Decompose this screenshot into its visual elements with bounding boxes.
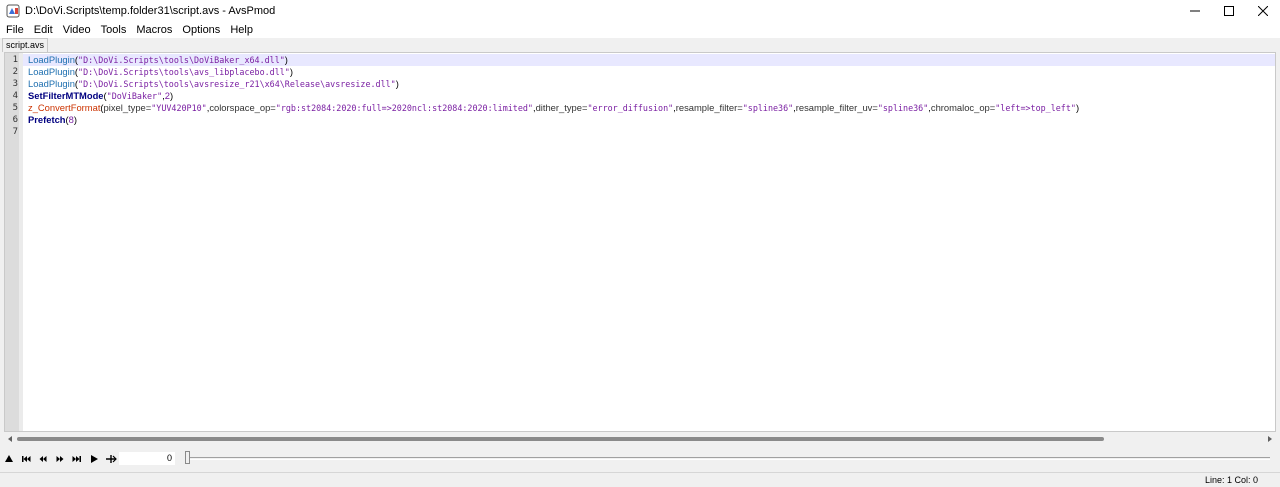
menu-options[interactable]: Options [178,22,224,38]
menu-macros[interactable]: Macros [132,22,176,38]
title-bar: D:\DoVi.Scripts\temp.folder31\script.avs… [0,0,1280,22]
previous-frame-button[interactable] [35,451,51,467]
horizontal-scrollbar[interactable] [4,433,1276,445]
line-number: 7 [12,127,18,137]
menu-tools[interactable]: Tools [97,22,131,38]
string-literal: "YUV420P10" [151,103,207,113]
line-number: 4 [12,91,18,101]
string-literal: "left=>top_left" [995,103,1076,113]
tab-script-avs[interactable]: script.avs [2,38,49,52]
menu-edit[interactable]: Edit [30,22,57,38]
string-literal: "D:\DoVi.Scripts\tools\avsresize_r21\x64… [78,79,396,89]
string-literal: "spline36" [742,103,794,113]
menu-bar: File Edit Video Tools Macros Options Hel… [0,22,1280,38]
frame-slider-track[interactable] [188,457,1270,460]
crosshair-icon [106,455,117,463]
video-transport-bar [0,449,1280,469]
skip-to-start-icon [22,456,31,462]
step-forward-icon [56,456,64,462]
code-line: z_ConvertFormat(pixel_type="YUV420P10",c… [28,102,1080,113]
frame-slider-handle[interactable] [185,451,190,464]
param-name: colorspace_op= [209,102,276,113]
string-literal: "DoViBaker" [106,91,163,101]
function-name: SetFilterMTMode [28,90,104,101]
tab-bar: script.avs [0,38,1280,52]
window-title: D:\DoVi.Scripts\temp.folder31\script.avs… [25,5,276,17]
function-name: LoadPlugin [28,78,75,89]
maximize-icon [1224,6,1234,16]
function-name: z_ConvertFormat [28,102,101,113]
scroll-right-icon[interactable] [1266,435,1274,443]
step-back-icon [39,456,47,462]
scroll-left-icon[interactable] [6,435,14,443]
line-number: 5 [12,103,18,113]
param-name: resample_filter= [675,102,743,113]
next-frame-button[interactable] [52,451,68,467]
code-line: Prefetch(8) [28,114,77,125]
code-line: LoadPlugin("D:\DoVi.Scripts\tools\avs_li… [28,66,293,77]
code-line: LoadPlugin("D:\DoVi.Scripts\tools\DoViBa… [23,54,1275,66]
line-number: 3 [12,79,18,89]
play-button[interactable] [86,451,102,467]
string-literal: "spline36" [877,103,929,113]
cursor-position-status: Line: 1 Col: 0 [1204,475,1258,485]
param-name: pixel_type= [103,102,152,113]
toggle-preview-button[interactable] [1,451,17,467]
function-name: LoadPlugin [28,66,75,77]
param-name: chromaloc_op= [930,102,996,113]
menu-video[interactable]: Video [59,22,95,38]
function-name: LoadPlugin [28,54,75,65]
avspmod-app-icon [6,4,20,18]
line-number-gutter: 1 2 3 4 5 6 7 [5,53,19,431]
line-number: 1 [12,55,18,65]
menu-file[interactable]: File [2,22,28,38]
frame-step-button[interactable] [103,451,119,467]
string-literal: "rgb:st2084:2020:full=>2020ncl:st2084:20… [275,103,533,113]
frame-number-input[interactable] [119,452,175,465]
minimize-button[interactable] [1178,0,1212,22]
minimize-icon [1190,10,1200,12]
code-line: LoadPlugin("D:\DoVi.Scripts\tools\avsres… [28,78,399,89]
status-bar: Line: 1 Col: 0 [0,472,1280,487]
maximize-button[interactable] [1212,0,1246,22]
function-name: Prefetch [28,114,66,125]
fold-margin [19,53,23,431]
close-icon [1258,6,1268,16]
triangle-up-icon [5,455,13,462]
script-editor[interactable]: 1 2 3 4 5 6 7 LoadPlugin("D:\DoVi.Script… [4,52,1276,432]
first-frame-button[interactable] [18,451,34,467]
menu-help[interactable]: Help [226,22,257,38]
close-button[interactable] [1246,0,1280,22]
string-literal: "D:\DoVi.Scripts\tools\DoViBaker_x64.dll… [78,55,285,65]
string-literal: "D:\DoVi.Scripts\tools\avs_libplacebo.dl… [78,67,290,77]
last-frame-button[interactable] [69,451,85,467]
scrollbar-thumb[interactable] [17,437,1104,441]
param-name: dither_type= [535,102,588,113]
line-number: 6 [12,115,18,125]
line-number: 2 [12,67,18,77]
string-literal: "error_diffusion" [587,103,674,113]
code-line: SetFilterMTMode("DoViBaker",2) [28,90,174,101]
skip-to-end-icon [72,456,81,462]
play-icon [91,455,98,463]
param-name: resample_filter_uv= [795,102,878,113]
